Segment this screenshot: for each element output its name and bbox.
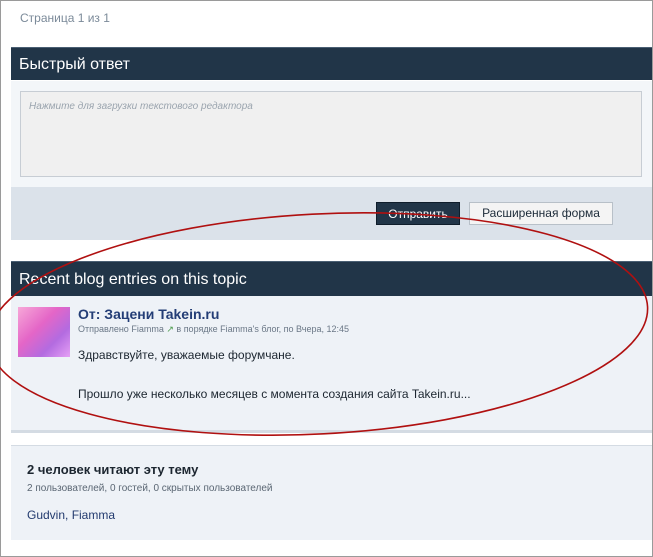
quick-reply-area: Нажмите для загрузки текстового редактор… bbox=[11, 81, 652, 187]
blog-entry-text-line2: Прошло уже несколько месяцев с момента с… bbox=[78, 387, 471, 401]
blog-entries-header: Recent blog entries on this topic bbox=[11, 261, 652, 296]
meta-middle: в порядке bbox=[173, 324, 221, 334]
external-link-icon: ↗ bbox=[166, 324, 174, 334]
blog-entry-meta: Отправлено Fiamma ↗ в порядке Fiamma's б… bbox=[78, 324, 349, 335]
readers-title: 2 человек читают эту тему bbox=[27, 462, 199, 477]
quick-reply-title: Быстрый ответ bbox=[19, 56, 130, 73]
blog-entry-text-line1: Здравствуйте, уважаемые форумчане. bbox=[78, 348, 295, 362]
readers-names[interactable]: Gudvin, Fiamma bbox=[27, 508, 115, 522]
blog-entries-title: Recent blog entries on this topic bbox=[19, 271, 247, 288]
advanced-form-button[interactable]: Расширенная форма bbox=[469, 202, 613, 225]
readers-subtitle: 2 пользователей, 0 гостей, 0 скрытых пол… bbox=[27, 483, 273, 494]
blog-entry-panel: От: Зацени Takein.ru Отправлено Fiamma ↗… bbox=[11, 296, 652, 433]
pagination-text: Страница 1 из 1 bbox=[20, 11, 110, 25]
meta-suffix: , по Вчера, 12:45 bbox=[278, 324, 349, 334]
editor-placeholder-box[interactable]: Нажмите для загрузки текстового редактор… bbox=[20, 91, 642, 177]
meta-blog-link[interactable]: Fiamma's блог bbox=[220, 324, 279, 334]
reply-buttons-row: Отправить Расширенная форма bbox=[11, 187, 652, 240]
quick-reply-header: Быстрый ответ bbox=[11, 47, 652, 80]
meta-author-link[interactable]: Fiamma bbox=[131, 324, 164, 334]
meta-prefix: Отправлено bbox=[78, 324, 132, 334]
active-readers-panel: 2 человек читают эту тему 2 пользователе… bbox=[11, 445, 652, 540]
blog-entry-thumbnail[interactable] bbox=[18, 307, 70, 357]
send-button[interactable]: Отправить bbox=[376, 202, 460, 225]
editor-placeholder-text: Нажмите для загрузки текстового редактор… bbox=[29, 101, 253, 112]
blog-entry-title[interactable]: От: Зацени Takein.ru bbox=[78, 306, 219, 322]
